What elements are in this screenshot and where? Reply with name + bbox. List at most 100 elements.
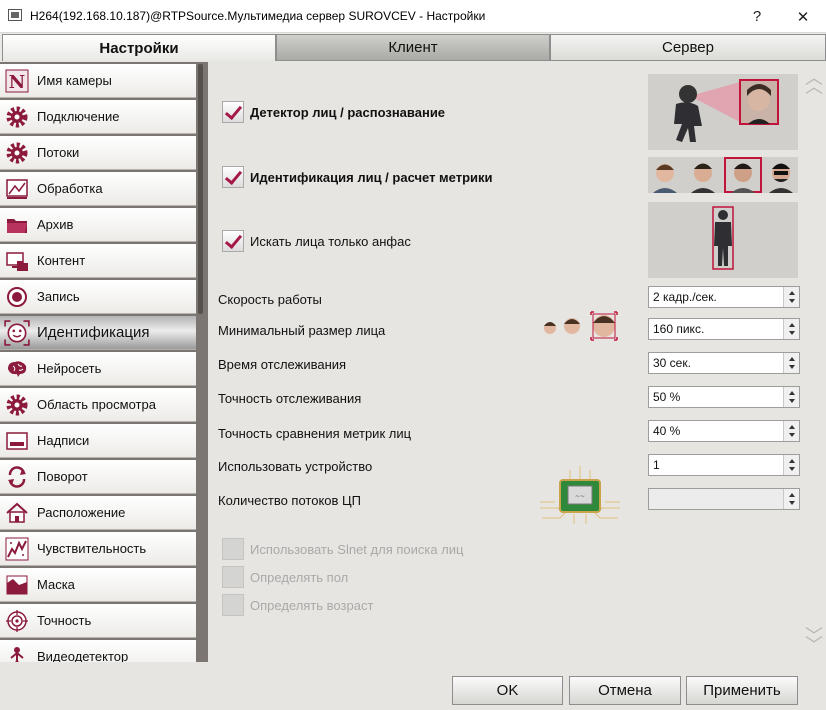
sidebar-item-camera-name[interactable]: N Имя камеры — [0, 64, 196, 98]
tracking-time-spinbox[interactable]: 30 сек. — [648, 352, 800, 374]
help-button[interactable]: ? — [734, 0, 780, 33]
sidebar-item-label: Запись — [37, 289, 80, 304]
sidebar-item-label: Нейросеть — [37, 361, 102, 376]
svg-text:~~: ~~ — [575, 493, 585, 500]
sidebar-item-label: Идентификация — [37, 324, 150, 341]
home-icon — [2, 498, 32, 528]
face-identification-label: Идентификация лиц / расчет метрики — [250, 169, 493, 185]
sidebar-item-processing[interactable]: Обработка — [0, 172, 196, 206]
sidebar-item-identification[interactable]: Идентификация — [0, 316, 196, 350]
sidebar-item-connection[interactable]: Подключение — [0, 100, 196, 134]
face-detection-illustration — [648, 74, 798, 150]
speed-spinbox[interactable]: 2 кадр./сек. — [648, 286, 800, 308]
use-slnet-label: Использовать Slnet для поиска лиц — [250, 541, 464, 557]
tracking-time-spin-arrows[interactable] — [783, 353, 799, 373]
min-face-size-spin-arrows[interactable] — [783, 319, 799, 339]
device-spin-arrows[interactable] — [783, 455, 799, 475]
sidebar-item-view-area[interactable]: Область просмотра — [0, 388, 196, 422]
detect-age-option[interactable]: Определять возраст — [222, 594, 373, 616]
sidebar-item-neural-network[interactable]: Нейросеть — [0, 352, 196, 386]
device-spinbox[interactable]: 1 — [648, 454, 800, 476]
mask-icon — [2, 570, 32, 600]
detect-age-label: Определять возраст — [250, 597, 374, 613]
cpu-threads-spinbox[interactable] — [648, 488, 800, 510]
use-slnet-checkbox[interactable] — [222, 538, 244, 560]
tracking-time-label: Время отслеживания — [218, 357, 347, 372]
tab-client[interactable]: Клиент — [276, 34, 550, 61]
min-face-size-label: Минимальный размер лица — [218, 323, 386, 338]
face-detector-label: Детектор лиц / распознавание — [250, 104, 446, 120]
ok-button[interactable]: OK — [452, 676, 563, 705]
gear-icon — [2, 102, 32, 132]
sidebar-item-label: Область просмотра — [37, 397, 156, 412]
tab-server[interactable]: Сервер — [550, 34, 826, 61]
face-size-illustration — [540, 306, 624, 346]
tab-settings[interactable]: Настройки — [2, 34, 276, 61]
sidebar-item-location[interactable]: Расположение — [0, 496, 196, 530]
title-bar: H264(192.168.10.187)@RTPSource.Мультимед… — [0, 0, 826, 33]
sidebar-item-label: Потоки — [37, 145, 80, 160]
sidebar-item-video-detector[interactable]: Видеодетектор — [0, 640, 196, 662]
speed-spin-arrows[interactable] — [783, 287, 799, 307]
sidebar-item-label: Маска — [37, 577, 75, 592]
close-button[interactable]: ✕ — [780, 0, 826, 33]
detect-gender-option[interactable]: Определять пол — [222, 566, 348, 588]
gear-icon — [2, 138, 32, 168]
metric-accuracy-spinbox[interactable]: 40 % — [648, 420, 800, 442]
sidebar-item-accuracy[interactable]: Точность — [0, 604, 196, 638]
frontal-only-option[interactable]: Искать лица только анфас — [222, 230, 411, 252]
speed-value: 2 кадр./сек. — [653, 290, 717, 304]
gear-icon — [2, 390, 32, 420]
scroll-up-icon[interactable]: ︿ ︿ — [804, 69, 824, 96]
dialog-footer: OK Отмена Применить — [0, 662, 826, 710]
face-identification-option[interactable]: Идентификация лиц / расчет метрики — [222, 166, 493, 188]
sidebar-item-mask[interactable]: Маска — [0, 568, 196, 602]
sidebar-item-streams[interactable]: Потоки — [0, 136, 196, 170]
settings-sidebar: N Имя камеры Подключение Потоки Обработк… — [0, 62, 208, 662]
metric-accuracy-spin-arrows[interactable] — [783, 421, 799, 441]
sidebar-item-label: Обработка — [37, 181, 103, 196]
use-slnet-option[interactable]: Использовать Slnet для поиска лиц — [222, 538, 463, 560]
sidebar-item-captions[interactable]: Надписи — [0, 424, 196, 458]
sidebar-item-content[interactable]: Контент — [0, 244, 196, 278]
cpu-chip-icon: ~~ — [530, 462, 630, 528]
frontal-only-label: Искать лица только анфас — [250, 233, 411, 249]
sidebar-item-label: Поворот — [37, 469, 88, 484]
detect-age-checkbox[interactable] — [222, 594, 244, 616]
tracking-accuracy-spin-arrows[interactable] — [783, 387, 799, 407]
sidebar-item-label: Видеодетектор — [37, 649, 129, 662]
cpu-threads-spin-arrows[interactable] — [783, 489, 799, 509]
face-detector-checkbox[interactable] — [222, 101, 244, 123]
sidebar-item-sensitivity[interactable]: Чувствительность — [0, 532, 196, 566]
detect-gender-checkbox[interactable] — [222, 566, 244, 588]
device-value: 1 — [653, 458, 660, 472]
apply-button[interactable]: Применить — [686, 676, 798, 705]
sidebar-scrollbar[interactable] — [198, 64, 203, 314]
captions-icon — [2, 426, 32, 456]
tracking-accuracy-spinbox[interactable]: 50 % — [648, 386, 800, 408]
face-icon — [2, 318, 32, 348]
svg-text:N: N — [9, 72, 25, 93]
window-title: H264(192.168.10.187)@RTPSource.Мультимед… — [30, 9, 486, 23]
face-identification-checkbox[interactable] — [222, 166, 244, 188]
app-window-icon — [8, 9, 22, 21]
frontal-only-checkbox[interactable] — [222, 230, 244, 252]
target-icon — [2, 606, 32, 636]
speed-label: Скорость работы — [218, 292, 322, 307]
sidebar-item-rotation[interactable]: Поворот — [0, 460, 196, 494]
face-detector-option[interactable]: Детектор лиц / распознавание — [222, 101, 445, 123]
tracking-accuracy-label: Точность отслеживания — [218, 391, 362, 406]
rotate-icon — [2, 462, 32, 492]
sidebar-item-recording[interactable]: Запись — [0, 280, 196, 314]
detect-gender-label: Определять пол — [250, 569, 349, 585]
cancel-button[interactable]: Отмена — [569, 676, 681, 705]
metric-accuracy-label: Точность сравнения метрик лиц — [218, 426, 412, 441]
sidebar-item-label: Точность — [37, 613, 92, 628]
scroll-down-icon[interactable]: ﹀ ﹀ — [804, 627, 824, 654]
metric-accuracy-value: 40 % — [653, 424, 681, 438]
tracking-accuracy-value: 50 % — [653, 390, 681, 404]
min-face-size-spinbox[interactable]: 160 пикс. — [648, 318, 800, 340]
sidebar-item-label: Имя камеры — [37, 73, 112, 88]
sidebar-item-archive[interactable]: Архив — [0, 208, 196, 242]
content-icon — [2, 246, 32, 276]
